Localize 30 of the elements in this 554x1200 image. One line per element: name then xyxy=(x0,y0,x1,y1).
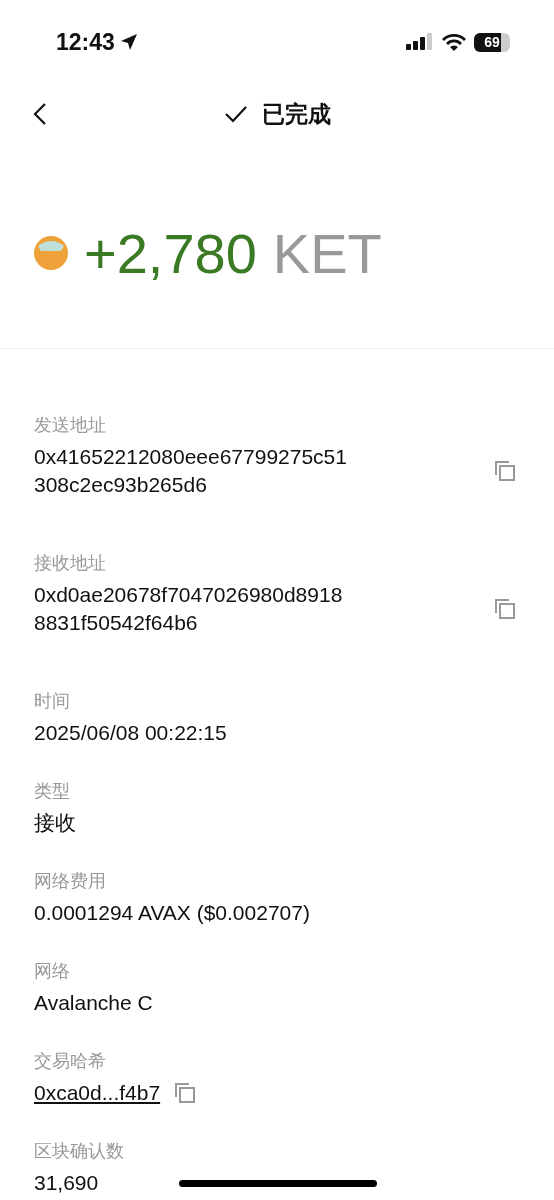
hash-link[interactable]: 0xca0d...f4b7 xyxy=(34,1079,161,1107)
field-label: 接收地址 xyxy=(34,552,107,575)
address-text: 0xd0ae20678f7047026980d8918 xyxy=(34,582,343,608)
field-label: 交易哈希 xyxy=(34,1050,107,1073)
field-label: 类型 xyxy=(34,780,71,803)
copy-button[interactable] xyxy=(494,598,516,620)
address-text: 8831f50542f64b6 xyxy=(34,610,198,636)
field-value: 0.0001294 AVAX ($0.002707) xyxy=(34,900,310,926)
field-label: 发送地址 xyxy=(34,414,107,437)
signal-icon xyxy=(406,32,434,52)
address-text: 0x41652212080eee67799275c51 xyxy=(34,444,347,470)
status-time: 12:43 xyxy=(56,28,115,56)
field-value: 31,690 xyxy=(34,1170,99,1196)
address-text: 308c2ec93b265d6 xyxy=(34,472,207,498)
amount-value: +2,780 xyxy=(84,220,257,286)
wifi-icon xyxy=(442,33,466,51)
page-title: 已完成 xyxy=(261,99,331,129)
check-icon xyxy=(223,105,248,123)
copy-button[interactable] xyxy=(174,1082,197,1104)
token-icon xyxy=(34,236,68,270)
field-label: 时间 xyxy=(34,690,71,713)
field-value: Avalanche C xyxy=(34,990,153,1016)
copy-button[interactable] xyxy=(494,460,516,482)
battery-icon: 69 xyxy=(474,32,510,52)
field-label: 网络 xyxy=(34,960,71,983)
token-symbol: KET xyxy=(272,220,382,286)
field-value: 2025/06/08 00:22:15 xyxy=(34,720,227,746)
field-label: 网络费用 xyxy=(34,870,107,893)
field-label: 区块确认数 xyxy=(34,1140,125,1163)
field-value: 接收 xyxy=(34,810,76,836)
